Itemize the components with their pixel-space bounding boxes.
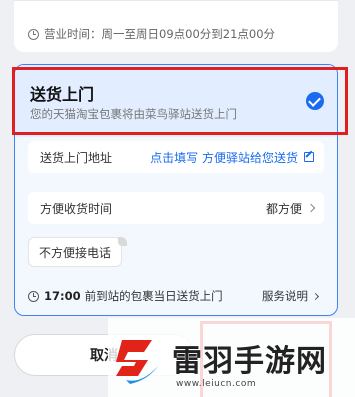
edit-icon[interactable] [304,152,314,162]
service-description: 前到站的包裹当日送货上门 [84,289,223,303]
option-title: 送货上门 [30,85,95,104]
watermark-logo-icon [116,340,158,384]
clock-icon [28,28,39,40]
option-subtitle: 您的天猫淘宝包裹将由菜鸟驿站送货上门 [30,107,237,121]
address-fill-text[interactable]: 点击填写 方便驿站给您送货 [150,149,298,166]
check-circle-icon[interactable] [306,92,324,110]
service-info-link[interactable]: 服务说明 [262,288,320,304]
address-fill-link[interactable]: 点击填写 方便驿站给您送货 [150,149,314,166]
address-label: 送货上门地址 [40,150,113,165]
receive-time-row[interactable]: 方便收货时间 都方便 [28,192,324,224]
business-hours-text: 营业时间：周一至周日09点00分到21点00分 [44,27,276,41]
watermark-title: 雷羽手游网 [172,344,327,379]
store-info-card: 营业时间：周一至周日09点00分到21点00分 [14,0,338,52]
clock-icon [28,290,39,302]
receive-time-value-wrap[interactable]: 都方便 [266,200,316,217]
no-call-tag[interactable]: 不方便接电话 [28,237,123,267]
service-cutoff-time: 17:00 [44,289,81,303]
delivery-settings-page: 营业时间：周一至周日09点00分到21点00分 送货上门 您的天猫淘宝包裹将由菜… [0,0,355,397]
divider [14,0,338,1]
chevron-right-icon [306,203,316,213]
watermark-url: www.leiucn.com [176,379,257,389]
chevron-right-icon [311,292,320,300]
receive-time-value[interactable]: 都方便 [266,200,302,217]
tag-corner-marker [118,237,127,246]
business-hours-row: 营业时间：周一至周日09点00分到21点00分 [28,26,275,42]
service-info-row: 17:00 前到站的包裹当日送货上门 服务说明 [28,288,324,304]
delivery-address-row[interactable]: 送货上门地址 点击填写 方便驿站给您送货 [28,141,324,173]
receive-time-label: 方便收货时间 [40,201,113,216]
service-info-link-text[interactable]: 服务说明 [262,288,308,304]
